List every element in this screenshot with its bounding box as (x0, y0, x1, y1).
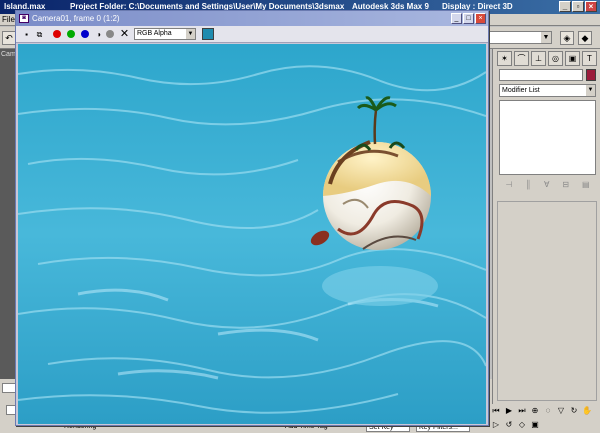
remove-modifier-icon[interactable]: ⊟ (562, 180, 569, 189)
play-icon[interactable]: ▶ (503, 405, 515, 417)
render-window-title-bar[interactable]: ◙ Camera01, frame 0 (1:2) _ □ × (16, 11, 488, 26)
make-unique-icon[interactable]: ∀ (544, 180, 549, 189)
object-color-swatch[interactable] (586, 69, 596, 81)
modifier-list-dropdown[interactable]: Modifier List ▼ (499, 84, 596, 97)
chevron-down-icon: ▼ (541, 32, 551, 43)
go-to-start-icon[interactable]: ⏮ (490, 405, 502, 417)
channel-dropdown-value: RGB Alpha (137, 30, 172, 37)
minimize-button[interactable]: _ (559, 1, 571, 12)
parameters-rollout (497, 201, 597, 401)
pixel-color-swatch[interactable] (202, 28, 214, 40)
camera-icon[interactable]: ▷ (490, 419, 502, 431)
menu-file[interactable]: File (2, 14, 15, 26)
main-window-controls: _ ▫ × (559, 1, 597, 12)
pan-icon[interactable]: ✋ (581, 405, 593, 417)
hierarchy-tab-icon[interactable]: ⊥ (531, 51, 546, 66)
display-tab-icon[interactable]: ▣ (565, 51, 580, 66)
command-panel-tabs: ✶ ⌒ ⊥ ◎ ▣ T (497, 51, 597, 67)
object-name-input[interactable] (499, 69, 583, 81)
named-selection-dropdown[interactable]: ▼ (488, 31, 552, 44)
create-tab-icon[interactable]: ✶ (497, 51, 512, 66)
ball-reflection (322, 266, 438, 306)
zoom-all-icon[interactable]: ◌ (542, 405, 554, 417)
render-window-controls: _ □ × (451, 13, 486, 24)
stack-buttons: ⊣ ║ ∀ ⊟ ▤ (499, 177, 596, 191)
chevron-down-icon: ▼ (586, 85, 595, 96)
quick-render-icon[interactable]: ◆ (578, 31, 592, 45)
maximize-viewport-icon[interactable]: ◇ (516, 419, 528, 431)
zoom-icon[interactable]: ⊕ (529, 405, 541, 417)
chevron-down-icon: ▼ (186, 29, 195, 39)
undo-icon[interactable]: ↶ (2, 31, 16, 45)
maximize-button[interactable]: □ (463, 13, 474, 24)
floating-ball (323, 140, 431, 250)
close-button[interactable]: × (475, 13, 486, 24)
modify-tab-icon[interactable]: ⌒ (514, 51, 529, 66)
go-to-end-icon[interactable]: ⏭ (516, 405, 528, 417)
restore-button[interactable]: ▫ (572, 1, 584, 12)
viewport-label: Cam (1, 51, 16, 58)
motion-tab-icon[interactable]: ◎ (548, 51, 563, 66)
configure-modifier-icon[interactable]: ▤ (582, 180, 590, 189)
roll-icon[interactable]: ↺ (503, 419, 515, 431)
pin-stack-icon[interactable]: ⊣ (505, 180, 512, 189)
alpha-channel-icon[interactable]: ◑ (93, 29, 104, 40)
channel-dropdown[interactable]: RGB Alpha ▼ (134, 28, 196, 40)
monochrome-icon[interactable] (105, 29, 116, 40)
render-window-title: Camera01, frame 0 (1:2) (32, 14, 120, 23)
field-of-view-icon[interactable]: ▽ (555, 405, 567, 417)
show-end-result-icon[interactable]: ║ (525, 180, 531, 189)
minimize-button[interactable]: _ (451, 13, 462, 24)
playback-controls: ⏮ ▶ ⏭ ⊕ ◌ ▽ ↻ ✋ ▷ ↺ ◇ ▣ (488, 404, 600, 433)
rendered-frame-window: ◙ Camera01, frame 0 (1:2) _ □ × ▪ ⧉ ◑ ✕ … (15, 10, 489, 426)
rendered-scene (18, 44, 486, 424)
rendered-image (18, 44, 486, 424)
blue-channel-icon[interactable] (80, 29, 91, 40)
utilities-tab-icon[interactable]: T (582, 51, 597, 66)
clear-icon[interactable]: ✕ (119, 29, 130, 40)
render-setup-icon[interactable]: ◈ (560, 31, 574, 45)
modifier-list-label: Modifier List (502, 87, 540, 94)
command-panel: ✶ ⌒ ⊥ ◎ ▣ T Modifier List ▼ ⊣ ║ ∀ ⊟ ▤ (492, 49, 600, 404)
green-channel-icon[interactable] (66, 29, 77, 40)
red-channel-icon[interactable] (52, 29, 63, 40)
clone-window-icon[interactable]: ⧉ (34, 29, 45, 40)
min-max-toggle-icon[interactable]: ▣ (529, 419, 541, 431)
orbit-icon[interactable]: ↻ (568, 405, 580, 417)
save-icon[interactable]: ▪ (21, 29, 32, 40)
close-button[interactable]: × (585, 1, 597, 12)
render-window-toolbar: ▪ ⧉ ◑ ✕ RGB Alpha ▼ (16, 26, 488, 43)
render-window-icon: ◙ (19, 14, 29, 23)
modifier-stack[interactable] (499, 100, 596, 175)
